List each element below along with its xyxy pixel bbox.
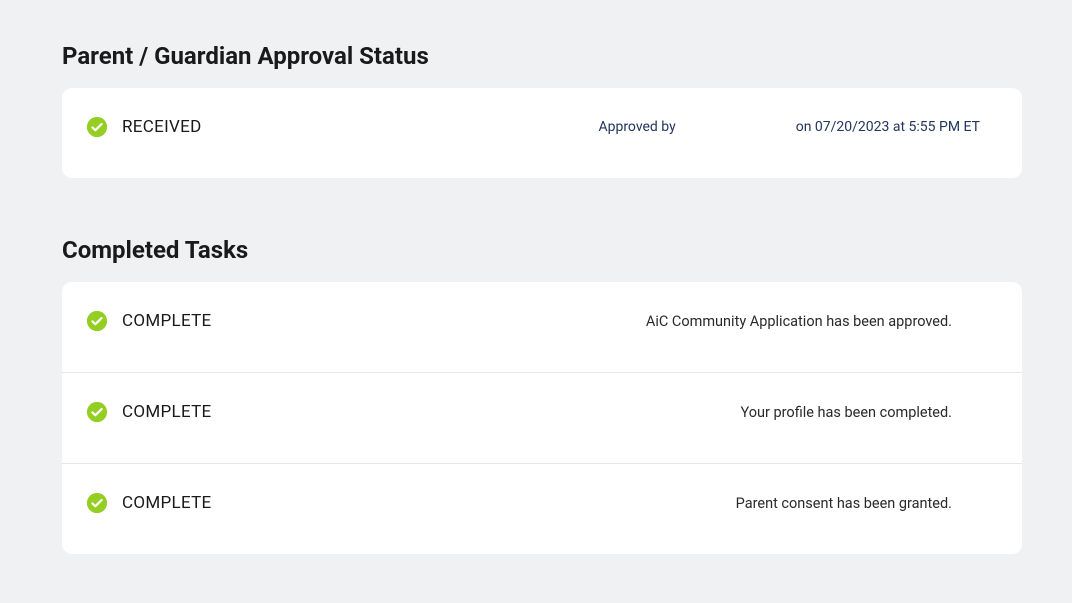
approved-by-label: Approved by <box>598 119 675 135</box>
tasks-card: COMPLETE AiC Community Application has b… <box>62 282 1022 554</box>
approval-status-left: RECEIVED <box>86 116 202 138</box>
task-left: COMPLETE <box>86 401 212 423</box>
task-row: COMPLETE AiC Community Application has b… <box>62 282 1022 373</box>
approval-details: Approved by on 07/20/2023 at 5:55 PM ET <box>598 119 998 135</box>
approval-card: RECEIVED Approved by on 07/20/2023 at 5:… <box>62 88 1022 178</box>
task-row: COMPLETE Your profile has been completed… <box>62 373 1022 464</box>
task-left: COMPLETE <box>86 492 212 514</box>
check-circle-icon <box>86 116 108 138</box>
approval-timestamp: on 07/20/2023 at 5:55 PM ET <box>796 119 980 135</box>
task-description: Your profile has been completed. <box>741 404 999 421</box>
check-circle-icon <box>86 492 108 514</box>
approval-status-label: RECEIVED <box>122 117 202 137</box>
task-left: COMPLETE <box>86 310 212 332</box>
task-description: AiC Community Application has been appro… <box>646 313 998 330</box>
task-description: Parent consent has been granted. <box>736 495 998 512</box>
check-circle-icon <box>86 401 108 423</box>
task-status-label: COMPLETE <box>122 311 212 331</box>
task-status-label: COMPLETE <box>122 402 212 422</box>
check-circle-icon <box>86 310 108 332</box>
approval-section-title: Parent / Guardian Approval Status <box>62 42 1022 70</box>
tasks-section-title: Completed Tasks <box>62 236 1022 264</box>
task-status-label: COMPLETE <box>122 493 212 513</box>
approval-row: RECEIVED Approved by on 07/20/2023 at 5:… <box>62 88 1022 178</box>
task-row: COMPLETE Parent consent has been granted… <box>62 464 1022 554</box>
